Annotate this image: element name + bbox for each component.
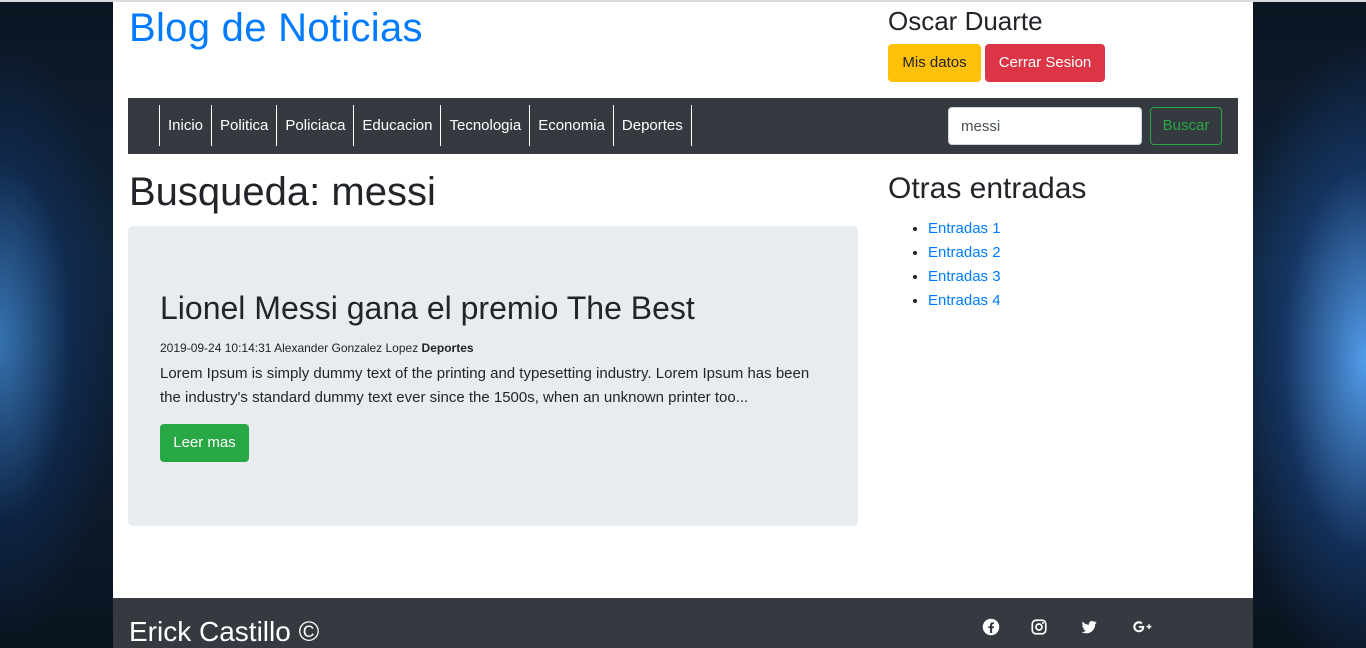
nav-list: Inicio Politica Policiaca Educacion Tecn… — [159, 105, 692, 146]
search-input[interactable] — [948, 107, 1142, 145]
list-item: Entradas 4 — [928, 289, 1001, 313]
nav-item-deportes[interactable]: Deportes — [612, 105, 692, 146]
nav-item-politica[interactable]: Politica — [211, 105, 276, 146]
nav-item-economia[interactable]: Economia — [529, 105, 613, 146]
sidebar-link-4[interactable]: Entradas 4 — [928, 292, 1001, 309]
sidebar-link-3[interactable]: Entradas 3 — [928, 268, 1001, 285]
site-brand[interactable]: Blog de Noticias — [129, 6, 423, 51]
list-item: Entradas 2 — [928, 241, 1001, 265]
post-meta: 2019-09-24 10:14:31 Alexander Gonzalez L… — [160, 341, 474, 355]
search-results-title: Busqueda: messi — [129, 170, 436, 214]
nav-item-educacion[interactable]: Educacion — [353, 105, 440, 146]
sidebar-link-2[interactable]: Entradas 2 — [928, 244, 1001, 261]
post-excerpt: Lorem Ipsum is simply dummy text of the … — [160, 365, 810, 406]
navbar: Inicio Politica Policiaca Educacion Tecn… — [128, 98, 1238, 154]
facebook-icon[interactable] — [980, 616, 1002, 638]
post-author: Alexander Gonzalez Lopez — [274, 341, 419, 355]
post-category: Deportes — [421, 341, 474, 355]
post-datetime: 2019-09-24 10:14:31 — [160, 341, 272, 355]
post-title: Lionel Messi gana el premio The Best — [160, 290, 695, 326]
twitter-icon[interactable] — [1078, 616, 1100, 638]
nav-item-policiaca[interactable]: Policiaca — [276, 105, 353, 146]
google-plus-icon[interactable] — [1128, 616, 1158, 638]
sidebar-title: Otras entradas — [888, 172, 1087, 205]
nav-item-inicio[interactable]: Inicio — [159, 105, 211, 146]
user-name: Oscar Duarte — [888, 6, 1043, 36]
footer-copyright: Erick Castillo © — [129, 616, 320, 647]
sidebar-link-1[interactable]: Entradas 1 — [928, 220, 1001, 237]
search-button[interactable]: Buscar — [1150, 107, 1222, 145]
footer: Erick Castillo © — [113, 598, 1253, 648]
nav-item-tecnologia[interactable]: Tecnologia — [440, 105, 529, 146]
my-data-button[interactable]: Mis datos — [888, 44, 981, 82]
page-container: Blog de Noticias Oscar Duarte Mis datos … — [113, 2, 1253, 648]
read-more-button[interactable]: Leer mas — [160, 424, 249, 462]
list-item: Entradas 1 — [928, 217, 1001, 241]
instagram-icon[interactable] — [1028, 616, 1050, 638]
sidebar-list: Entradas 1 Entradas 2 Entradas 3 Entrada… — [888, 217, 1001, 313]
list-item: Entradas 3 — [928, 265, 1001, 289]
post-card: Lionel Messi gana el premio The Best 201… — [128, 226, 858, 526]
logout-button[interactable]: Cerrar Sesion — [985, 44, 1105, 82]
